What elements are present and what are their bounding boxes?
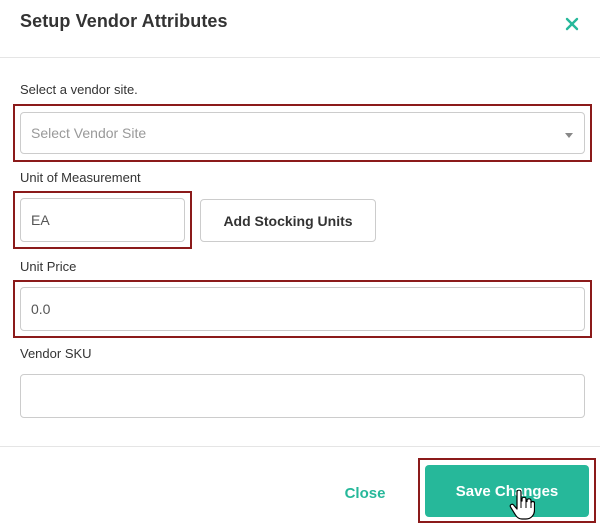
unit-of-measurement-input[interactable]	[20, 198, 185, 242]
vendor-site-select[interactable]: Select Vendor Site	[20, 112, 585, 154]
unit-of-measurement-label: Unit of Measurement	[20, 170, 141, 185]
vendor-sku-label: Vendor SKU	[20, 346, 92, 361]
caret-down-icon	[565, 133, 573, 138]
close-button[interactable]: Close	[333, 478, 397, 508]
setup-vendor-attributes-modal: Setup Vendor Attributes Select a vendor …	[0, 0, 600, 523]
add-stocking-units-button[interactable]: Add Stocking Units	[200, 199, 376, 242]
close-icon[interactable]	[562, 14, 582, 34]
vendor-site-placeholder: Select Vendor Site	[31, 125, 147, 141]
modal-header: Setup Vendor Attributes	[0, 0, 600, 58]
vendor-sku-input[interactable]	[20, 374, 585, 418]
modal-title: Setup Vendor Attributes	[20, 11, 228, 31]
unit-price-input[interactable]	[20, 287, 585, 331]
vendor-site-label: Select a vendor site.	[20, 82, 138, 97]
footer-divider	[0, 446, 600, 447]
save-changes-button[interactable]: Save Changes	[425, 465, 589, 517]
unit-price-label: Unit Price	[20, 259, 77, 274]
